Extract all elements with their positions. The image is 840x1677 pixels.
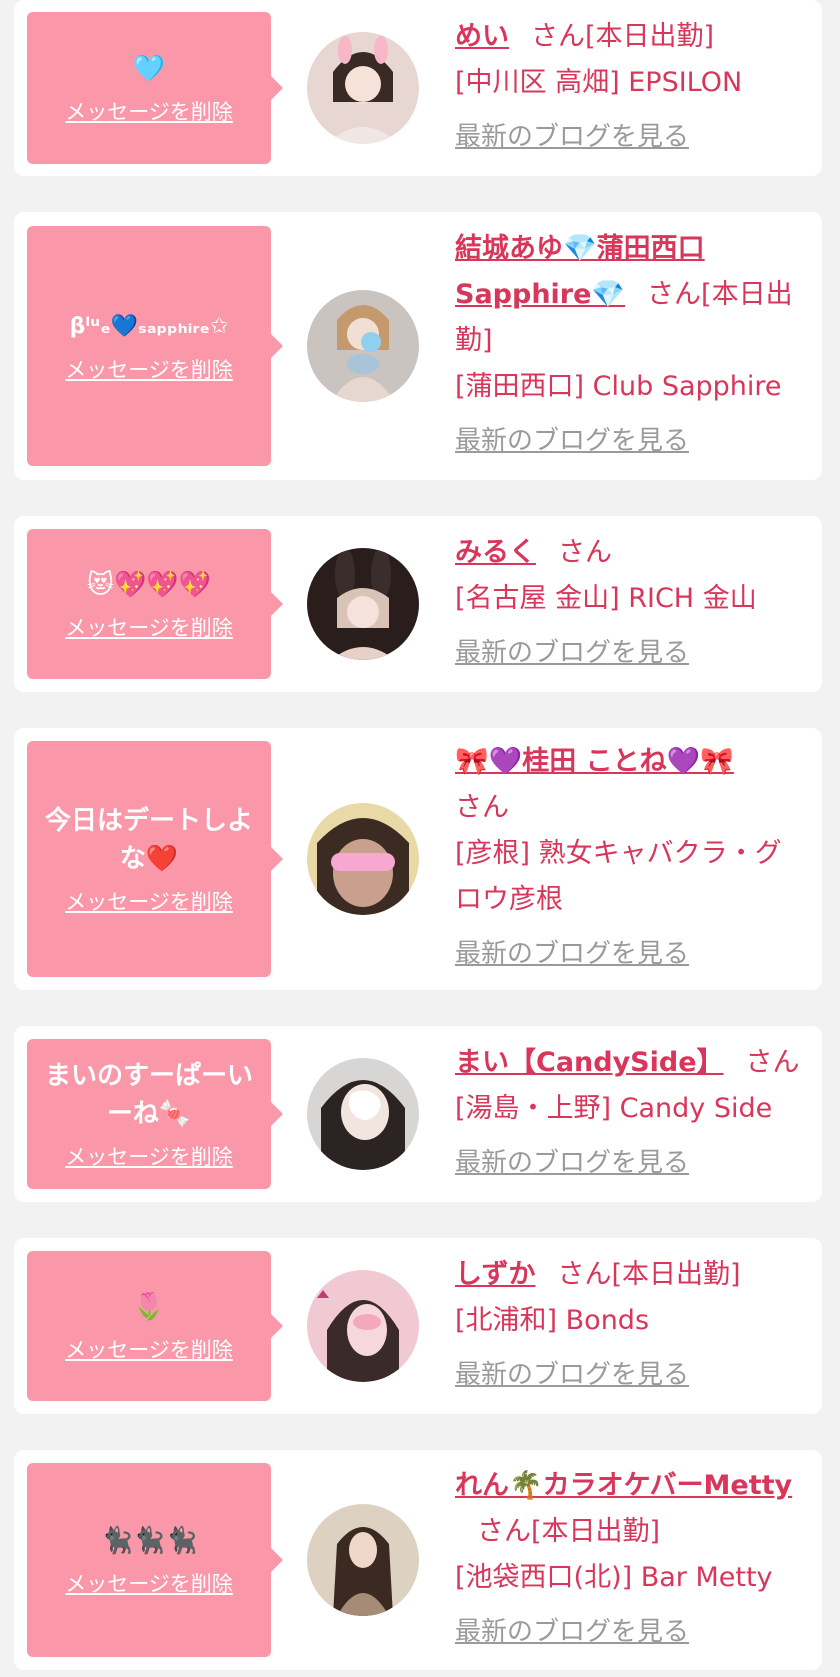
message-feed: 🩵 メッセージを削除 めい さん[本日出勤] [中川区 高畑] EPSILON 最… bbox=[0, 0, 840, 1670]
message-bubble: 🐈‍⬛🐈‍⬛🐈‍⬛ メッセージを削除 bbox=[27, 1463, 283, 1657]
cast-name-link[interactable]: まい【CandySide】 bbox=[455, 1047, 724, 1078]
honorific: さん bbox=[647, 278, 702, 310]
latest-blog-link[interactable]: 最新のブログを見る bbox=[455, 114, 689, 160]
message-text: βˡᵘₑ💙ₛₐₚₚₕᵢᵣₑ✩ bbox=[69, 314, 229, 339]
message-text: 🌷 bbox=[132, 1292, 166, 1322]
status-badge: [本日出勤] bbox=[611, 1258, 741, 1290]
latest-blog-link[interactable]: 最新のブログを見る bbox=[455, 1352, 689, 1398]
honorific: さん bbox=[745, 1046, 800, 1078]
message-bubble: 🩵 メッセージを削除 bbox=[27, 12, 283, 164]
message-bubble: 🌷 メッセージを削除 bbox=[27, 1251, 283, 1401]
cast-info: めい さん[本日出勤] [中川区 高畑] EPSILON 最新のブログを見る bbox=[455, 14, 822, 163]
cast-name-link[interactable]: めい bbox=[455, 21, 509, 52]
latest-blog-link[interactable]: 最新のブログを見る bbox=[455, 1140, 689, 1186]
shop-info: [蒲田西口] Club Sapphire bbox=[455, 370, 782, 402]
cast-info: れん🌴カラオケバーMetty さん[本日出勤] [池袋西口(北)] Bar Met… bbox=[455, 1463, 822, 1658]
avatar[interactable] bbox=[307, 548, 419, 660]
delete-message-link[interactable]: メッセージを削除 bbox=[65, 612, 233, 642]
shop-info: [北浦和] Bonds bbox=[455, 1304, 650, 1336]
cast-name-link[interactable]: れん🌴カラオケバーMetty bbox=[455, 1470, 792, 1501]
cast-info: 🎀💜桂田 ことね💜🎀 さん [彦根] 熟女キャバクラ・グロウ彦根 最新のブログを見… bbox=[455, 739, 822, 980]
list-item: 🌷 メッセージを削除 しずか さん[本日出勤] [北浦和] Bonds 最新のブロ… bbox=[14, 1238, 822, 1414]
message-bubble: 😻💖💖💖 メッセージを削除 bbox=[27, 529, 283, 679]
honorific: さん bbox=[557, 1258, 612, 1290]
delete-message-link[interactable]: メッセージを削除 bbox=[65, 1334, 233, 1364]
avatar[interactable] bbox=[307, 803, 419, 915]
delete-message-link[interactable]: メッセージを削除 bbox=[65, 1568, 233, 1598]
list-item: 今日はデートしよな❤️ メッセージを削除 🎀💜桂田 ことね💜🎀 さん [彦根] 熟… bbox=[14, 728, 822, 990]
message-bubble: 今日はデートしよな❤️ メッセージを削除 bbox=[27, 741, 283, 977]
latest-blog-link[interactable]: 最新のブログを見る bbox=[455, 630, 689, 676]
message-text: まいのすーぱーいーね🍬 bbox=[44, 1061, 253, 1129]
cast-info: 結城あゆ💎蒲田西口Sapphire💎 さん[本日出勤] [蒲田西口] Club S… bbox=[455, 226, 822, 467]
cast-name-link[interactable]: 🎀💜桂田 ことね💜🎀 bbox=[455, 746, 734, 777]
shop-info: [湯島・上野] Candy Side bbox=[455, 1092, 773, 1124]
message-text: 今日はデートしよな❤️ bbox=[44, 806, 253, 874]
shop-info: [彦根] 熟女キャバクラ・グロウ彦根 bbox=[455, 837, 782, 915]
avatar[interactable] bbox=[307, 1504, 419, 1616]
status-badge: [本日出勤] bbox=[531, 1515, 661, 1547]
message-text: 🐈‍⬛🐈‍⬛🐈‍⬛ bbox=[100, 1526, 198, 1556]
honorific: さん bbox=[477, 1515, 531, 1547]
honorific: さん bbox=[558, 536, 612, 568]
shop-info: [中川区 高畑] EPSILON bbox=[455, 66, 743, 98]
avatar[interactable] bbox=[307, 32, 419, 144]
cast-name-link[interactable]: みるく bbox=[455, 537, 536, 568]
delete-message-link[interactable]: メッセージを削除 bbox=[65, 886, 233, 916]
shop-info: [名古屋 金山] RICH 金山 bbox=[455, 582, 757, 614]
avatar[interactable] bbox=[307, 1270, 419, 1382]
avatar[interactable] bbox=[307, 290, 419, 402]
list-item: βˡᵘₑ💙ₛₐₚₚₕᵢᵣₑ✩ メッセージを削除 結城あゆ💎蒲田西口Sapphir… bbox=[14, 212, 822, 480]
list-item: 😻💖💖💖 メッセージを削除 みるく さん [名古屋 金山] RICH 金山 最新の… bbox=[14, 516, 822, 692]
message-text: 😻💖💖💖 bbox=[86, 570, 212, 600]
delete-message-link[interactable]: メッセージを削除 bbox=[65, 354, 233, 384]
avatar[interactable] bbox=[307, 1058, 419, 1170]
message-text: 🩵 bbox=[132, 54, 166, 84]
delete-message-link[interactable]: メッセージを削除 bbox=[65, 96, 233, 126]
message-bubble: まいのすーぱーいーね🍬 メッセージを削除 bbox=[27, 1039, 283, 1189]
cast-info: しずか さん[本日出勤] [北浦和] Bonds 最新のブログを見る bbox=[455, 1252, 822, 1401]
delete-message-link[interactable]: メッセージを削除 bbox=[65, 1141, 233, 1171]
honorific: さん bbox=[455, 791, 509, 823]
latest-blog-link[interactable]: 最新のブログを見る bbox=[455, 931, 689, 977]
latest-blog-link[interactable]: 最新のブログを見る bbox=[455, 1609, 689, 1655]
cast-info: まい【CandySide】 さん [湯島・上野] Candy Side 最新のブロ… bbox=[455, 1040, 822, 1189]
list-item: 🩵 メッセージを削除 めい さん[本日出勤] [中川区 高畑] EPSILON 最… bbox=[14, 0, 822, 176]
message-bubble: βˡᵘₑ💙ₛₐₚₚₕᵢᵣₑ✩ メッセージを削除 bbox=[27, 226, 283, 466]
list-item: 🐈‍⬛🐈‍⬛🐈‍⬛ メッセージを削除 れん🌴カラオケバーMetty さん[本日出勤… bbox=[14, 1450, 822, 1670]
shop-info: [池袋西口(北)] Bar Metty bbox=[455, 1561, 773, 1593]
honorific: さん bbox=[531, 20, 585, 52]
cast-info: みるく さん [名古屋 金山] RICH 金山 最新のブログを見る bbox=[455, 530, 822, 679]
status-badge: [本日出勤] bbox=[585, 20, 715, 52]
cast-name-link[interactable]: しずか bbox=[455, 1259, 535, 1290]
latest-blog-link[interactable]: 最新のブログを見る bbox=[455, 418, 689, 464]
list-item: まいのすーぱーいーね🍬 メッセージを削除 まい【CandySide】 さん [湯島… bbox=[14, 1026, 822, 1202]
